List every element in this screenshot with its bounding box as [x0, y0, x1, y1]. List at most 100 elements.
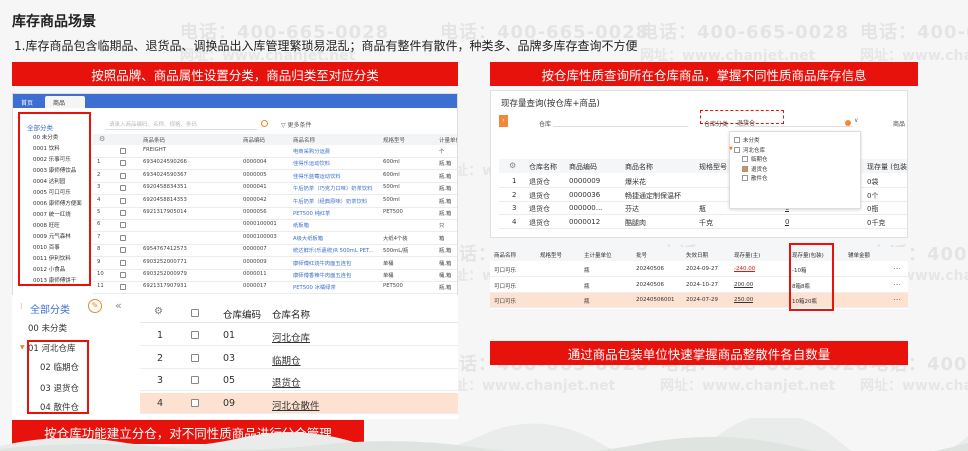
product-name-link[interactable]: 午后奶茶（经典原味）奶茶饮料: [293, 197, 381, 205]
more-icon[interactable]: ⋯: [893, 295, 901, 304]
table-cell: 瓶,箱: [439, 211, 452, 217]
row-checkbox[interactable]: [120, 247, 126, 254]
table-cell: 500mL/瓶: [383, 248, 409, 255]
column-header: 规格型号: [383, 138, 406, 144]
product-name-link[interactable]: 康师傅红烧牛肉面五连包: [293, 259, 381, 267]
stock-query-screen: 现存量查询(按仓库+商品) › 仓库 仓库分类 退货仓 ∨ 商品 ⚙ 仓库名称 商品…: [490, 90, 908, 238]
warehouse-filter-input[interactable]: [553, 126, 688, 127]
row-checkbox[interactable]: [191, 353, 199, 362]
warehouse-name-link[interactable]: 河北仓散件: [272, 398, 320, 412]
dropdown-option[interactable]: 临期仓: [751, 155, 768, 163]
dropdown-option[interactable]: 散件仓: [751, 174, 768, 182]
table-cell: FREIGHT: [143, 147, 166, 153]
warehouse-name-link[interactable]: 临期仓: [272, 353, 301, 367]
tab-product[interactable]: 商品: [45, 96, 85, 108]
product-name-link[interactable]: 康师傅香辣牛肉面五连包: [293, 271, 381, 279]
product-name-link[interactable]: 佳得乐运动饮料: [293, 159, 381, 167]
table-cell: 退货仓: [529, 205, 550, 213]
watermark-site: 网址：www.chanjet.net: [440, 378, 616, 394]
table-cell: 0000009: [569, 177, 601, 185]
search-icon[interactable]: [261, 120, 268, 127]
product-name-link[interactable]: PET500 冰橘绿茶: [293, 283, 381, 291]
table-cell: 1: [97, 159, 101, 166]
row-checkbox[interactable]: [191, 331, 199, 339]
row-checkbox[interactable]: [120, 222, 126, 229]
product-name-link[interactable]: 统达鲜乐(乐嘉统)R 500mL PET...: [293, 246, 381, 254]
dropdown-option[interactable]: 未分类: [743, 136, 760, 144]
class-dropdown[interactable]: 未分类 ▼ 河北仓库 临期仓退货仓 散件仓: [729, 131, 861, 209]
row-checkbox[interactable]: [120, 284, 126, 291]
product-name-link[interactable]: 佳得乐蓝莓运动饮料: [293, 172, 381, 180]
warehouse-name-link[interactable]: 退货仓: [272, 375, 301, 389]
row-checkbox[interactable]: [120, 148, 126, 154]
product-name-link[interactable]: 电商采购分运费: [293, 147, 381, 155]
table-cell: 退货仓: [529, 218, 550, 227]
collapse-icon[interactable]: «: [115, 299, 122, 312]
clear-icon[interactable]: [845, 120, 851, 126]
row-checkbox[interactable]: [120, 197, 126, 204]
table-cell: 瓶,箱: [439, 161, 452, 168]
table-cell: 0千克: [867, 218, 886, 227]
row-checkbox[interactable]: [120, 172, 126, 179]
table-cell: 20240506001: [636, 297, 675, 303]
warehouse-name-link[interactable]: 河北仓库: [272, 330, 310, 344]
option-checkbox[interactable]: [734, 146, 740, 153]
table-cell: 6934024590367: [143, 171, 187, 178]
tab-home[interactable]: 首页: [21, 98, 33, 107]
chevron-down-icon[interactable]: ∨: [854, 117, 858, 124]
row-checkbox[interactable]: [120, 272, 126, 278]
product-name-link[interactable]: 纸板箱: [293, 221, 381, 229]
caret-down-icon[interactable]: ▼: [20, 344, 25, 351]
dropdown-option[interactable]: 退货仓: [751, 165, 768, 173]
table-cell: 20240506: [636, 266, 664, 272]
product-name-link[interactable]: A级大纸板箱: [293, 234, 381, 242]
row-checkbox[interactable]: [191, 398, 199, 407]
dropdown-option[interactable]: 河北仓库: [743, 146, 765, 154]
settings-icon[interactable]: ⚙: [99, 135, 105, 143]
row-divider: [93, 181, 457, 183]
table-cell: 20240506: [636, 281, 664, 288]
add-category-icon[interactable]: ✎: [88, 299, 102, 313]
option-checkbox[interactable]: [742, 156, 748, 162]
option-checkbox[interactable]: [734, 137, 740, 143]
table-cell: 6903252000771: [143, 258, 187, 265]
table-cell: 0000009: [243, 258, 267, 265]
row-checkbox[interactable]: [191, 376, 199, 384]
filter-button[interactable]: ▽ 更多条件: [281, 120, 312, 129]
side-expand-button[interactable]: ›: [499, 115, 508, 127]
row-checkbox[interactable]: [120, 259, 126, 266]
table-cell: 0: [785, 217, 790, 226]
table-cell: 3: [97, 184, 101, 191]
table-cell: 芬达: [625, 205, 639, 213]
warehouse-tree-item[interactable]: 00 未分类: [28, 322, 67, 334]
select-all-checkbox[interactable]: [191, 309, 199, 317]
table-cell: 0000007: [243, 246, 267, 253]
table-cell: 畅捷通定制保温杯: [625, 191, 681, 200]
table-cell: 2024-07-29: [686, 297, 718, 303]
row-number: 1: [157, 330, 164, 341]
table-cell: 0个: [867, 191, 879, 200]
product-search-input[interactable]: 请录入商品编码、名称、规格、条码: [105, 118, 257, 130]
pack-column-highlight: [789, 243, 834, 311]
caret-down-icon[interactable]: ▼: [729, 146, 733, 152]
row-divider: [93, 169, 457, 171]
row-checkbox[interactable]: [120, 185, 126, 192]
option-checkbox[interactable]: [742, 165, 748, 172]
product-name-link[interactable]: PET500 纯红茶: [293, 209, 381, 217]
row-checkbox[interactable]: [120, 234, 126, 241]
settings-icon[interactable]: ⚙: [509, 161, 516, 170]
row-checkbox[interactable]: [120, 210, 126, 216]
warehouse-code: 03: [223, 352, 236, 364]
more-icon[interactable]: ⋯: [893, 280, 901, 289]
more-icon[interactable]: ⋯: [893, 264, 901, 273]
table-cell: 2: [512, 190, 517, 199]
option-checkbox[interactable]: [742, 175, 748, 181]
table-cell: 0000017: [243, 283, 267, 290]
column-header: 商品名称: [494, 253, 517, 259]
table-cell: 6903252000979: [143, 271, 187, 277]
row-checkbox[interactable]: [120, 160, 126, 167]
filter-label: 更多条件: [287, 122, 312, 129]
product-name-link[interactable]: 午后奶茶（巧克力口味）奶茶饮料: [293, 184, 381, 192]
settings-icon[interactable]: ⚙: [154, 306, 163, 317]
watermark-site: 网址：www.chanjet.net: [860, 378, 968, 394]
